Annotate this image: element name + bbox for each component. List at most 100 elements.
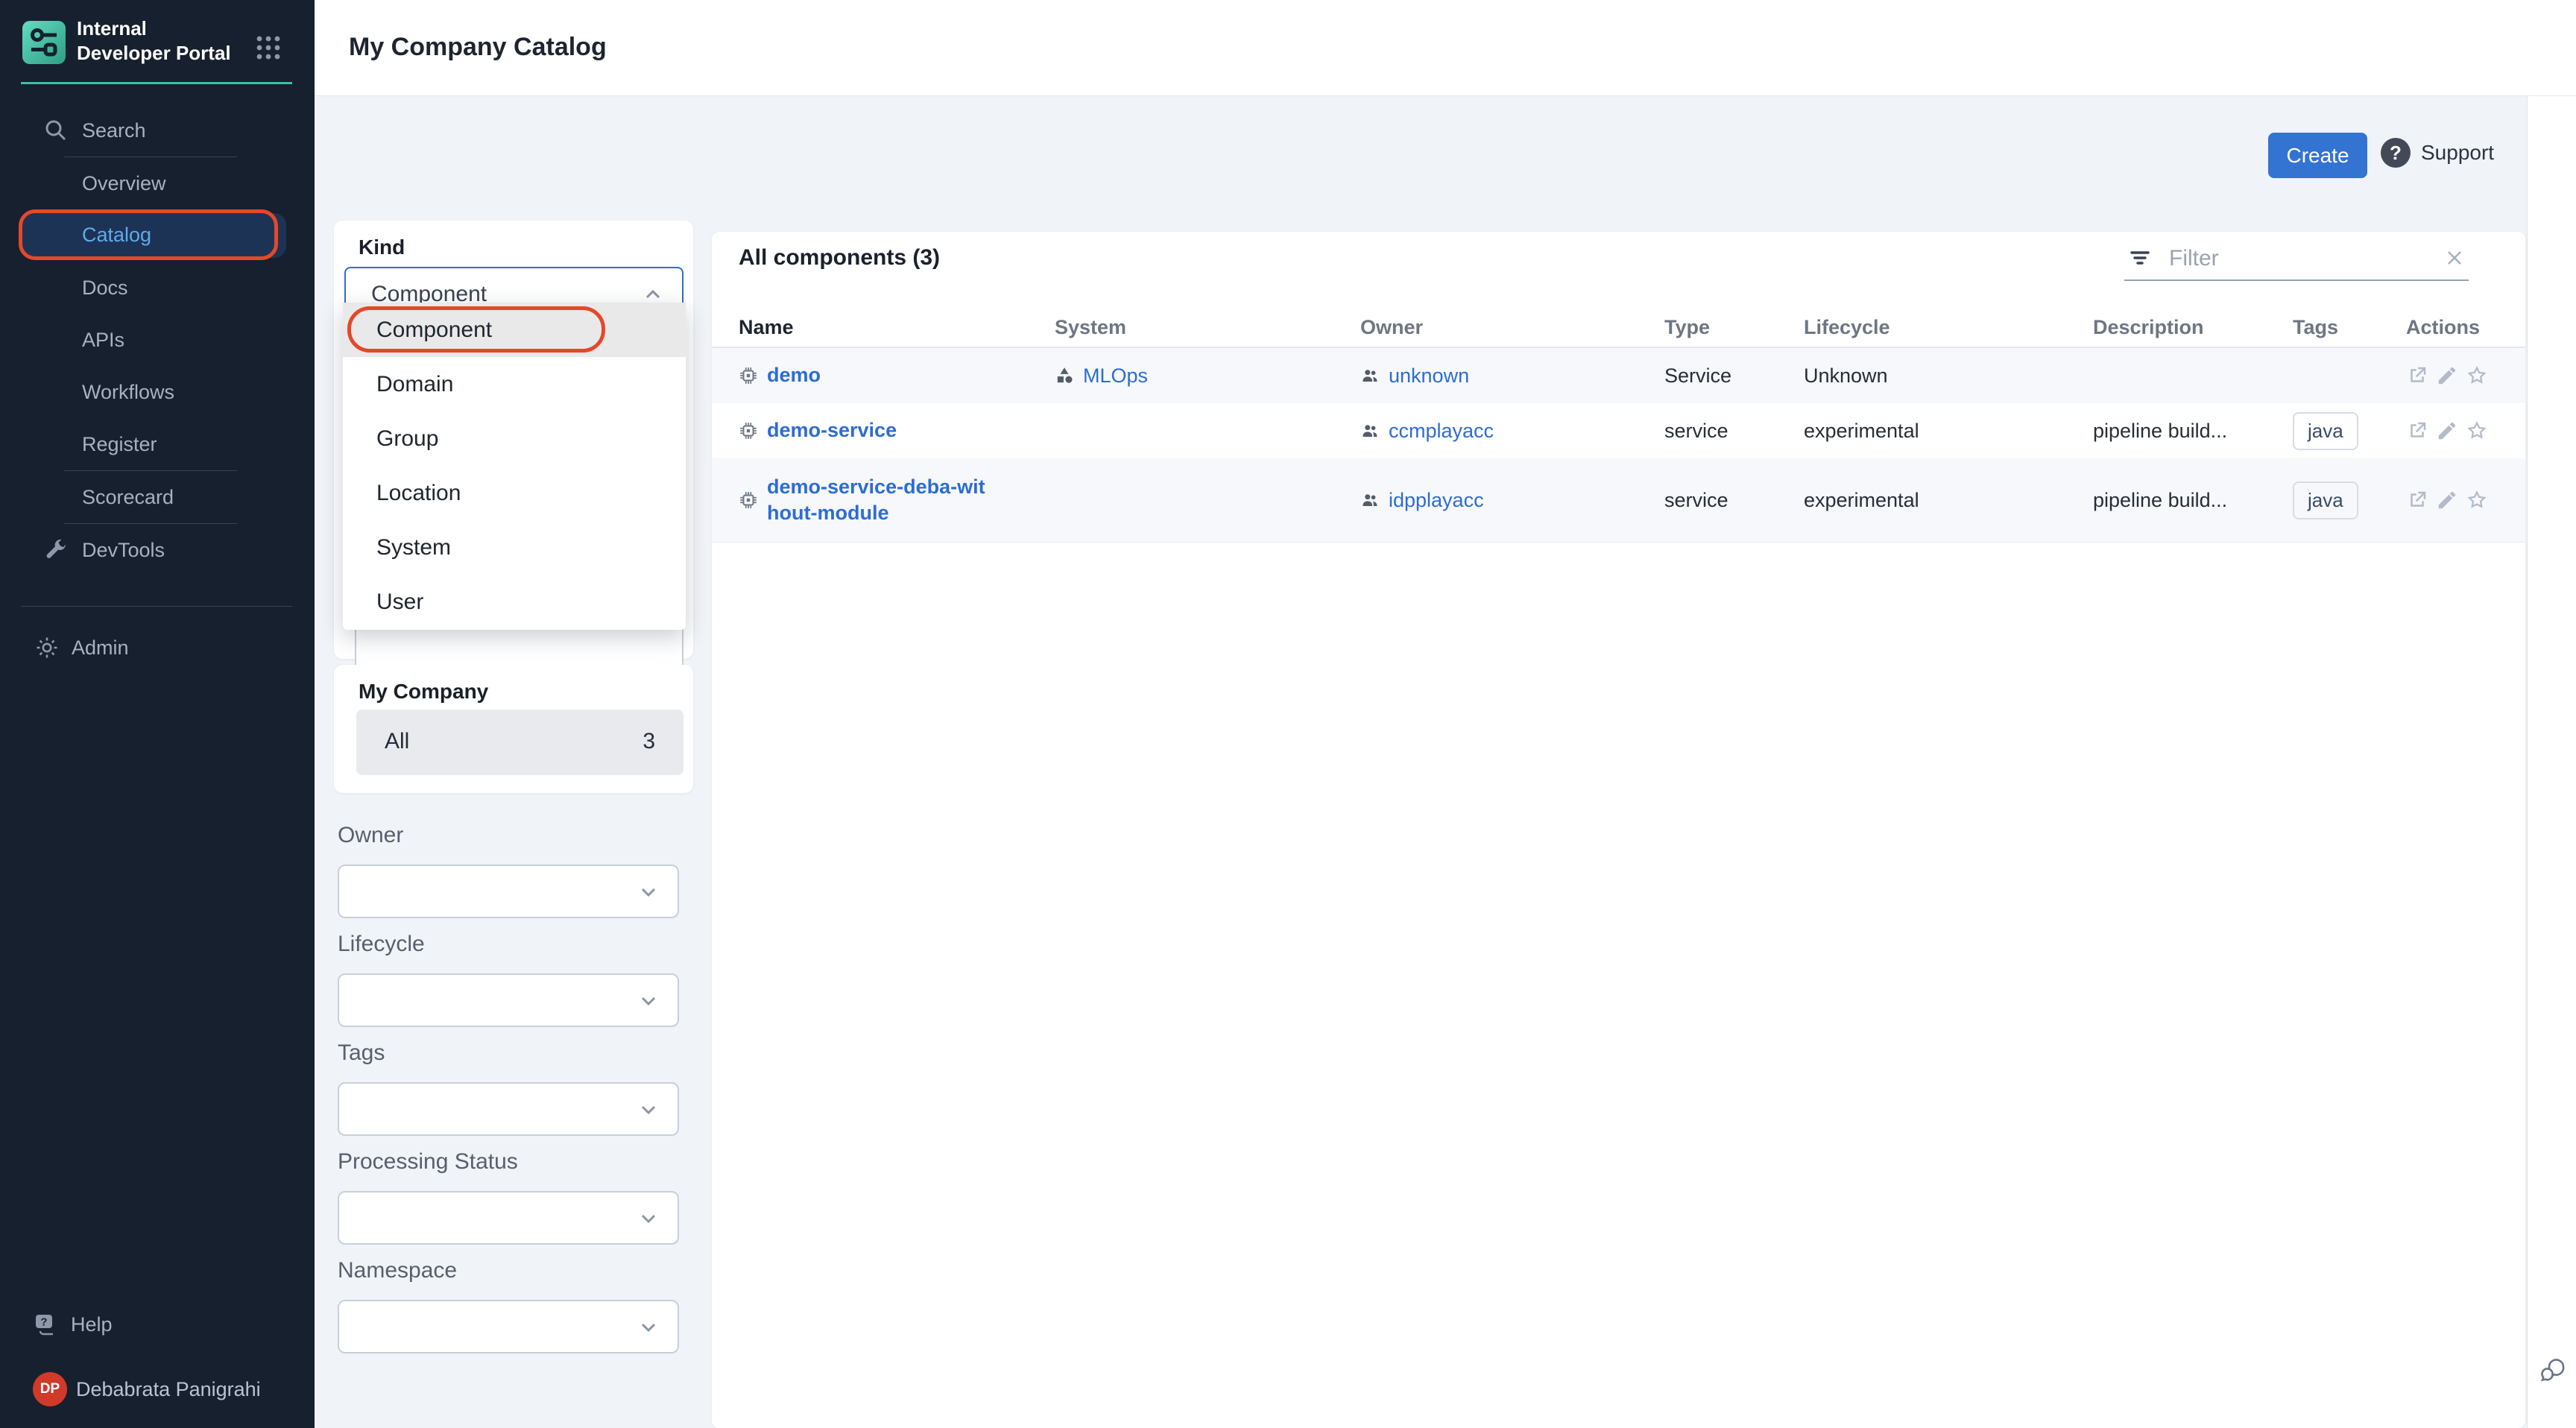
lifecycle-cell: experimental [1804,420,2093,443]
right-gutter [2527,96,2576,1428]
brand-title: Internal Developer Portal [77,16,241,65]
kind-option-domain[interactable]: Domain [343,357,686,411]
processing-status-filter: Processing Status [338,1149,679,1245]
brand: Internal Developer Portal [0,0,315,83]
sidebar-item-overview[interactable]: Overview [0,157,315,209]
namespace-filter: Namespace [338,1258,679,1353]
entity-link[interactable]: demo-service-deba-wit hout-module [767,474,985,526]
kind-option-component[interactable]: Component [343,303,686,357]
column-header-actions[interactable]: Actions [2406,316,2525,339]
clear-filter-icon[interactable] [2443,247,2466,269]
kind-option-system[interactable]: System [343,520,686,575]
user-menu[interactable]: DP Debabrata Panigrahi [0,1350,315,1428]
group-people-icon [1360,421,1380,440]
chevron-up-icon [643,285,663,304]
gear-icon [34,635,60,660]
sidebar-item-label: Search [82,119,146,142]
wrench-icon [43,537,69,563]
active-item-highlight: Catalog [22,213,286,258]
system-link[interactable]: MLOps [1083,364,1148,388]
sidebar-item-catalog[interactable]: Catalog [0,209,315,262]
brand-divider [21,82,292,84]
tags-cell: java [2293,481,2406,519]
table-filter [2124,238,2469,281]
component-chip-icon [739,421,758,440]
owner-select[interactable] [338,865,679,918]
sidebar-item-help[interactable]: ? Help [0,1298,315,1350]
avatar: DP [33,1372,67,1406]
owner-label: Owner [338,823,679,848]
column-header-description[interactable]: Description [2093,316,2293,339]
description-cell: pipeline build... [2093,420,2293,443]
description-cell: pipeline build... [2093,489,2293,512]
sidebar-item-admin[interactable]: Admin [0,607,315,689]
sidebar-item-docs[interactable]: Docs [0,262,315,314]
search-icon [43,118,69,143]
group-people-icon [1360,490,1380,510]
create-button[interactable]: Create [2268,133,2367,178]
column-header-lifecycle[interactable]: Lifecycle [1804,316,2093,339]
tags-filter: Tags [338,1040,679,1136]
owner-link[interactable]: idpplayacc [1389,489,1484,512]
tags-select[interactable] [338,1082,679,1136]
column-header-name[interactable]: Name [739,316,1055,339]
system-category-icon [1055,366,1074,385]
owner-link[interactable]: unknown [1389,364,1469,388]
owner-link[interactable]: ccmplayacc [1389,420,1494,443]
sidebar-nav: Search Overview Catalog Docs APIs Workfl… [0,104,315,689]
column-header-type[interactable]: Type [1664,316,1804,339]
actions-cell [2406,420,2525,442]
kind-option-user[interactable]: User [343,575,686,629]
chat-bubbles-icon[interactable] [2538,1356,2568,1386]
owner-filter: Owner [338,823,679,918]
open-in-new-icon[interactable] [2406,420,2428,442]
sidebar-item-register[interactable]: Register [0,418,315,470]
group-people-icon [1360,366,1380,385]
column-header-owner[interactable]: Owner [1360,316,1664,339]
chevron-down-icon [639,1100,658,1119]
tag-chip[interactable]: java [2293,481,2358,519]
column-header-tags[interactable]: Tags [2293,316,2406,339]
my-company-all-option[interactable]: All 3 [356,710,684,775]
actions-cell [2406,489,2525,511]
edit-pencil-icon[interactable] [2436,364,2458,387]
table-filter-input[interactable] [2169,244,2415,274]
my-company-label: My Company [359,680,488,704]
kind-label: Kind [359,236,405,259]
apps-grid-icon[interactable] [255,34,282,61]
table-body: demo MLOps unknown Service Unknown [712,348,2525,543]
entity-link[interactable]: demo [767,362,821,388]
star-icon[interactable] [2466,420,2488,442]
component-chip-icon [739,490,758,510]
sidebar-item-devtools[interactable]: DevTools [0,524,315,576]
open-in-new-icon[interactable] [2406,489,2428,511]
processing-status-select[interactable] [338,1191,679,1245]
entity-link[interactable]: demo-service [767,417,897,443]
sidebar: Internal Developer Portal Search Overvie… [0,0,315,1428]
edit-pencil-icon[interactable] [2436,420,2458,442]
star-icon[interactable] [2466,489,2488,511]
sidebar-item-search[interactable]: Search [0,104,315,157]
lifecycle-cell: Unknown [1804,364,2093,388]
sidebar-item-apis[interactable]: APIs [0,314,315,366]
lifecycle-select[interactable] [338,973,679,1027]
column-header-system[interactable]: System [1055,316,1360,339]
kind-option-group[interactable]: Group [343,411,686,466]
type-cell: service [1664,420,1804,443]
sidebar-item-scorecard[interactable]: Scorecard [0,471,315,523]
help-chat-icon: ? [33,1312,58,1337]
kind-option-location[interactable]: Location [343,466,686,520]
filter-list-icon [2129,247,2151,269]
sidebar-bottom: ? Help DP Debabrata Panigrahi [0,1298,315,1428]
open-in-new-icon[interactable] [2406,364,2428,387]
processing-status-label: Processing Status [338,1149,679,1175]
star-icon[interactable] [2466,364,2488,387]
sidebar-item-workflows[interactable]: Workflows [0,366,315,418]
edit-pencil-icon[interactable] [2436,489,2458,511]
table-title: All components (3) [739,245,940,271]
table-header-row: Name System Owner Type Lifecycle Descrip… [712,309,2525,348]
support-button[interactable]: ? Support [2381,138,2494,168]
tag-chip[interactable]: java [2293,412,2358,450]
table-row: demo MLOps unknown Service Unknown [712,348,2525,403]
namespace-select[interactable] [338,1300,679,1353]
